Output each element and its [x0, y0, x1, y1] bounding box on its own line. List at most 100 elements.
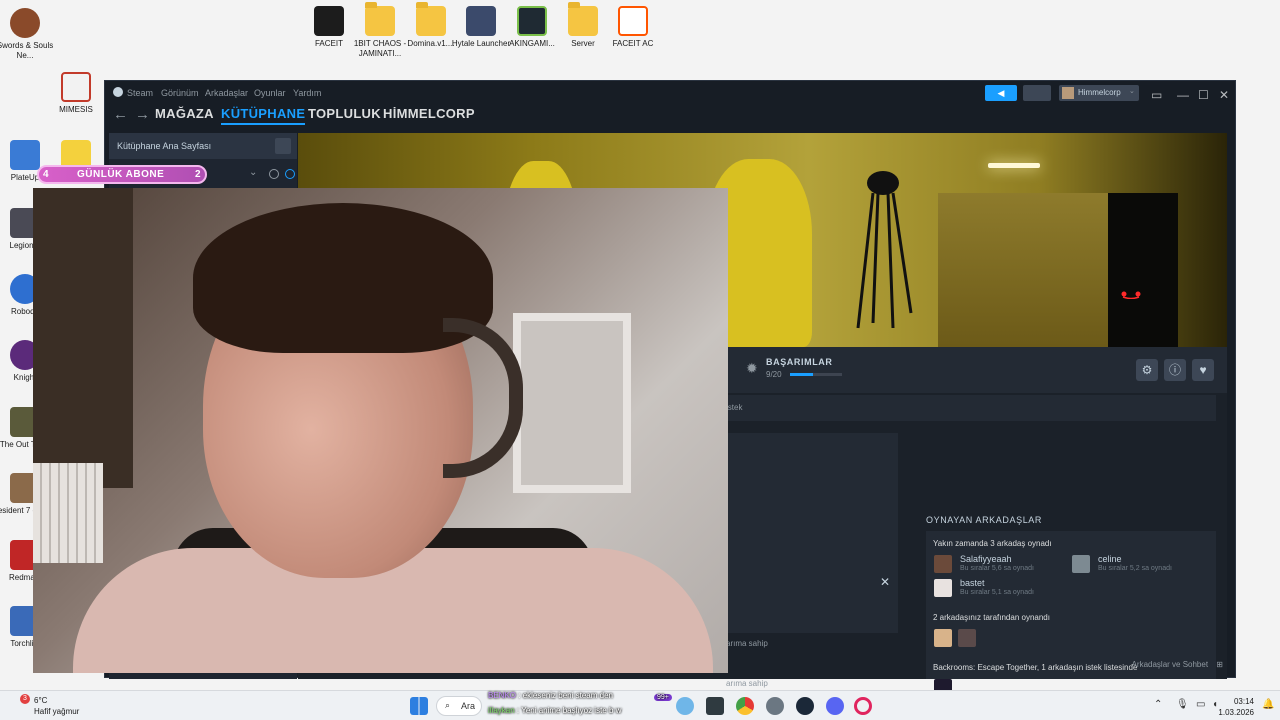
discord-icon[interactable]: [826, 697, 844, 715]
sub-goal-overlay: 4 GÜNLÜK ABONE 2: [37, 165, 207, 184]
library-home-link[interactable]: Kütüphane Ana Sayfası: [109, 133, 297, 159]
nav-library[interactable]: KÜTÜPHANE: [221, 106, 306, 125]
achievements-progress-fill: [790, 373, 814, 376]
info-icon[interactable]: ⓘ: [1164, 359, 1186, 381]
maximize-button[interactable]: ☐: [1198, 88, 1209, 102]
info-strip-text: istek: [726, 403, 743, 412]
forward-arrow-icon[interactable]: →: [135, 106, 150, 123]
achievements-count: 9/20: [766, 370, 782, 379]
friend-playtime: Bu sıralar 5,6 sa oynadı: [960, 565, 1034, 572]
friends-chat-label: Arkadaşlar ve Sohbet: [1131, 660, 1209, 669]
folder-icon: [568, 2, 598, 36]
widgets-icon[interactable]: [676, 697, 694, 715]
menu-view[interactable]: Görünüm: [161, 88, 199, 98]
played-by-header: 2 arkadaşınız tarafından oynandı: [933, 613, 1050, 622]
friend-avatar[interactable]: [934, 629, 952, 647]
webcam-window-frame: [33, 188, 133, 488]
nav-community[interactable]: TOPLULUK: [308, 106, 381, 121]
clock-time: 03:14: [1233, 697, 1254, 706]
weather-widget[interactable]: 6°C Hafif yağmur: [34, 695, 79, 717]
menu-games[interactable]: Oyunlar: [254, 88, 286, 98]
activity-snippet: arıma sahip: [726, 679, 768, 688]
friend-name[interactable]: bastet: [960, 578, 985, 588]
heart-icon[interactable]: ♥: [1192, 359, 1214, 381]
sub-goal-current: 4: [43, 169, 49, 180]
close-button[interactable]: ✕: [1219, 88, 1229, 102]
megaphone-icon: ◀: [997, 88, 1005, 98]
avatar: [1062, 87, 1074, 99]
desktop-icon-faceit-ac[interactable]: FACEIT AC: [598, 6, 668, 49]
menu-help[interactable]: Yardım: [293, 88, 321, 98]
hero-ceiling-light: [988, 163, 1040, 168]
achievements-title[interactable]: BAŞARIMLAR: [766, 357, 833, 367]
friend-avatar[interactable]: [958, 629, 976, 647]
menu-friends[interactable]: Arkadaşlar: [205, 88, 248, 98]
play-icon[interactable]: [285, 169, 295, 179]
chevron-up-icon[interactable]: ⌃: [1154, 699, 1162, 710]
faceit-icon: [314, 6, 344, 36]
chevron-down-icon[interactable]: ⌄: [249, 167, 257, 178]
friend-avatar[interactable]: [1072, 555, 1090, 573]
stream-chat-line: BENKO : ekleseniz beni steam den: [488, 691, 613, 700]
settings-icon[interactable]: [766, 697, 784, 715]
search-icon: ⌕: [445, 700, 451, 710]
screen-icon[interactable]: ▭: [1151, 88, 1162, 102]
menu-steam[interactable]: Steam: [127, 88, 153, 98]
back-arrow-icon[interactable]: ←: [113, 106, 128, 123]
notification-bell-icon[interactable]: 🔔: [1262, 699, 1274, 710]
taskbar-clock[interactable]: 03:14 1.03.2026: [1218, 696, 1254, 718]
gear-icon[interactable]: ⚙: [1136, 359, 1158, 381]
opera-icon[interactable]: [854, 697, 872, 715]
announce-button[interactable]: ◀: [985, 85, 1017, 101]
desktop-icon-swords-souls[interactable]: Swords & Souls Ne...: [0, 8, 60, 61]
nav-store[interactable]: MAĞAZA: [155, 106, 214, 121]
webcam-radiator: [33, 463, 103, 563]
grid-view-icon[interactable]: [275, 138, 291, 154]
steam-navbar: ← → MAĞAZA KÜTÜPHANE TOPLULUK HİMMELCORP: [105, 105, 1235, 133]
taskbar-search[interactable]: ⌕ Ara: [436, 696, 482, 716]
app-icon[interactable]: [706, 697, 724, 715]
library-home-label: Kütüphane Ana Sayfası: [117, 141, 212, 151]
nav-profile[interactable]: HİMMELCORP: [383, 106, 475, 121]
volume-icon[interactable]: ◖: [1212, 699, 1218, 710]
hero-monster: [856, 171, 913, 329]
notification-count: 99+: [654, 694, 672, 701]
clock-icon[interactable]: [269, 169, 279, 179]
chevron-down-icon: ⌄: [1129, 88, 1135, 95]
chrome-icon[interactable]: [736, 697, 754, 715]
friend-name[interactable]: celine: [1098, 554, 1122, 564]
plateup-icon: [10, 140, 40, 170]
friends-playing-title: OYNAYAN ARKADAŞLAR: [926, 515, 1043, 525]
friends-chat-button[interactable]: Arkadaşlar ve Sohbet ⊞: [1132, 660, 1223, 669]
weather-badge: 3: [20, 694, 30, 704]
account-menu[interactable]: Himmelcorp ⌄: [1059, 85, 1139, 101]
chat-user: illaykan: [488, 706, 515, 715]
activity-snippet: arıma sahip: [726, 639, 768, 648]
stream-chat-line: illaykan : Yeni anime başlıyoz iste b w: [488, 706, 622, 715]
steam-icon[interactable]: [796, 697, 814, 715]
webcam-shelf: [513, 313, 631, 493]
friends-playing-panel: Yakın zamanda 3 arkadaş oynadı Salafiyye…: [926, 531, 1216, 697]
friend-avatar[interactable]: [934, 579, 952, 597]
weather-condition: Hafif yağmur: [34, 707, 80, 716]
friend-name[interactable]: Salafiyyeaah: [960, 554, 1012, 564]
hero-doorway: [1108, 193, 1178, 347]
chat-user: BENKO: [488, 691, 517, 700]
friend-avatar[interactable]: [934, 555, 952, 573]
steam-menubar: Steam Görünüm Arkadaşlar Oyunlar Yardım …: [105, 81, 1235, 105]
achievement-icon: ✹: [746, 360, 758, 376]
hero-glowing-eyes: [1121, 291, 1141, 299]
hytale-icon: [466, 6, 496, 36]
account-name: Himmelcorp: [1078, 88, 1121, 97]
desktop-icon-mimesis[interactable]: MIMESIS: [41, 72, 111, 115]
network-icon[interactable]: ▭: [1196, 699, 1205, 710]
minimize-button[interactable]: —: [1177, 88, 1189, 102]
close-icon[interactable]: ✕: [880, 575, 890, 589]
windows-start-icon[interactable]: [410, 697, 428, 715]
taskbar: 3 6°C Hafif yağmur ⌕ Ara BENKO : eklesen…: [0, 690, 1280, 720]
temperature: 6°C: [34, 696, 48, 705]
notifications-button[interactable]: [1023, 85, 1051, 101]
sub-goal-target: 2: [195, 169, 201, 180]
microphone-icon[interactable]: 🎙: [1176, 699, 1189, 710]
friend-playtime: Bu sıralar 5,1 sa oynadı: [960, 589, 1034, 596]
